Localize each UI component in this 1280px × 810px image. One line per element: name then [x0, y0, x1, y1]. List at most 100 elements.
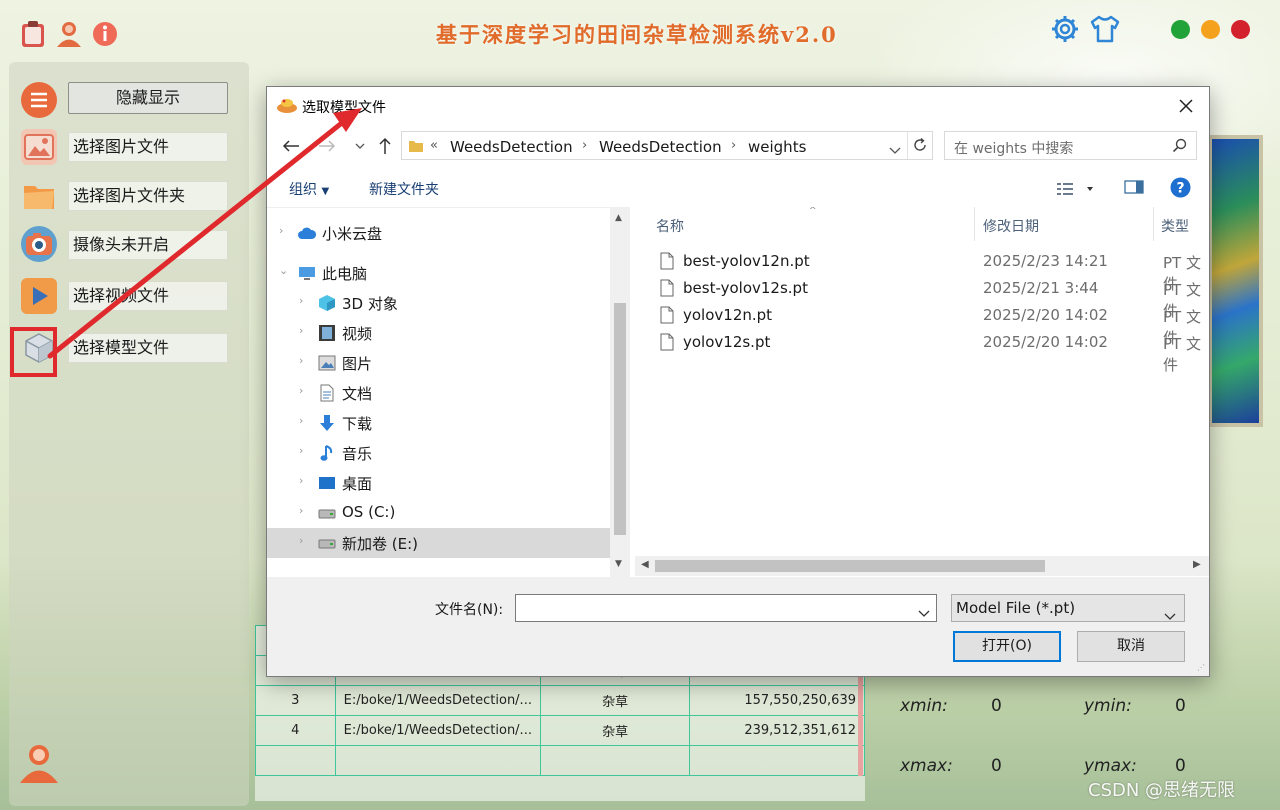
select-image-file-button[interactable]: 选择图片文件 [68, 132, 228, 162]
minimize-dot[interactable] [1201, 20, 1220, 39]
file-date: 2025/2/21 3:44 [983, 279, 1099, 297]
cube3d-icon [318, 294, 336, 312]
expand-chevron-icon[interactable]: › [299, 534, 303, 547]
tshirt-icon[interactable] [1090, 14, 1120, 44]
sidebar: 隐藏显示 选择图片文件 选择图片文件夹 摄像头未开启 选择视频文件 选择模型文件 [9, 62, 249, 806]
image-icon[interactable] [21, 129, 57, 165]
tree-item[interactable]: › 3D 对象 [267, 288, 610, 318]
file-scroll-thumb[interactable] [655, 560, 1045, 572]
help-icon[interactable]: ? [1170, 177, 1191, 202]
expand-chevron-icon[interactable]: › [299, 414, 303, 427]
top-bar: 基于深度学习的田间杂草检测系统v2.0 [0, 0, 1280, 62]
forward-arrow-icon[interactable] [316, 135, 338, 157]
scroll-left-icon[interactable]: ◀ [641, 559, 649, 570]
column-type[interactable]: 类型 [1161, 216, 1189, 236]
organize-button[interactable]: 组织 ▼ [289, 179, 329, 199]
tree-item[interactable]: › 视频 [267, 318, 610, 348]
film-icon [318, 324, 336, 342]
address-chevron-icon[interactable] [889, 140, 901, 159]
select-model-file-button[interactable]: 选择模型文件 [68, 333, 228, 363]
tree-item[interactable]: › 小米云盘 [267, 218, 610, 248]
file-type-select[interactable]: Model File (*.pt) [951, 594, 1185, 622]
file-list: ^ 名称 修改日期 类型 best-yolov12n.pt 2025/2/23 1… [633, 207, 1209, 557]
preview-pane-icon[interactable] [1124, 179, 1144, 199]
expand-chevron-icon[interactable]: › [299, 354, 303, 367]
tree-item[interactable]: › 音乐 [267, 438, 610, 468]
watermark: CSDN @思绪无限 [1088, 780, 1236, 801]
maximize-dot[interactable] [1171, 20, 1190, 39]
file-name: best-yolov12s.pt [683, 279, 808, 297]
clipboard-icon[interactable] [19, 20, 47, 48]
table-row[interactable] [255, 745, 865, 776]
file-row[interactable]: yolov12n.pt 2025/2/20 14:02 PT 文件 [633, 302, 1209, 347]
file-hscrollbar[interactable]: ◀ ▶ [635, 556, 1209, 576]
expand-chevron-icon[interactable]: › [299, 294, 303, 307]
tree-item[interactable]: › 新加卷 (E:) [267, 528, 610, 558]
expand-chevron-icon[interactable]: › [299, 444, 303, 457]
expand-chevron-icon[interactable]: › [299, 504, 303, 517]
refresh-icon[interactable] [912, 137, 928, 157]
address-bar[interactable]: « WeedsDetection › WeedsDetection › weig… [401, 131, 933, 160]
select-video-file-button[interactable]: 选择视频文件 [68, 281, 228, 311]
tree-item[interactable]: › 桌面 [267, 468, 610, 498]
recent-chevron-icon[interactable] [349, 135, 371, 157]
breadcrumb-item[interactable]: WeedsDetection [599, 138, 722, 156]
expand-chevron-icon[interactable]: › [299, 474, 303, 487]
tree-item[interactable]: › 图片 [267, 348, 610, 378]
highlight-box [10, 327, 57, 377]
view-options-icon[interactable] [1057, 181, 1095, 200]
play-icon[interactable] [21, 278, 57, 314]
close-icon[interactable] [1175, 95, 1197, 117]
row-index: 3 [255, 685, 336, 716]
breadcrumb-item[interactable]: weights [748, 138, 806, 156]
folder-icon[interactable] [21, 178, 57, 214]
file-icon [660, 252, 674, 270]
up-arrow-icon[interactable] [374, 135, 396, 157]
ymax-label: ymax: [1084, 756, 1137, 776]
breadcrumb-sep-icon: › [731, 138, 737, 153]
tree-item[interactable]: › OS (C:) [267, 498, 610, 528]
tree-scroll-thumb[interactable] [614, 303, 626, 535]
table-row[interactable]: 3 E:/boke/1/WeedsDetection/... 杂草 157,55… [255, 685, 865, 716]
camera-status-button[interactable]: 摄像头未开启 [68, 230, 228, 260]
menu-icon[interactable] [21, 82, 57, 118]
select-image-folder-button[interactable]: 选择图片文件夹 [68, 181, 228, 211]
tree-item[interactable]: › 下载 [267, 408, 610, 438]
breadcrumb-item[interactable]: WeedsDetection [450, 138, 573, 156]
user-icon[interactable] [55, 20, 83, 48]
file-row[interactable]: best-yolov12n.pt 2025/2/23 14:21 PT 文件 [633, 248, 1209, 293]
info-icon[interactable] [91, 20, 119, 48]
table-row[interactable]: 4 E:/boke/1/WeedsDetection/... 杂草 239,51… [255, 715, 865, 746]
scroll-right-icon[interactable]: ▶ [1193, 559, 1201, 570]
resize-grip-icon[interactable]: ⋰ [1197, 663, 1205, 672]
expand-chevron-icon[interactable]: ⌄ [279, 264, 288, 277]
file-row[interactable]: best-yolov12s.pt 2025/2/21 3:44 PT 文件 [633, 275, 1209, 320]
camera-icon[interactable] [21, 226, 57, 262]
gear-icon[interactable] [1050, 14, 1080, 44]
tree-item[interactable]: ⌄ 此电脑 [267, 258, 610, 288]
search-input[interactable]: 在 weights 中搜索 [944, 131, 1197, 160]
expand-chevron-icon[interactable]: › [279, 224, 283, 237]
tree-item[interactable]: › 文档 [267, 378, 610, 408]
cancel-button[interactable]: 取消 [1077, 631, 1185, 662]
table-scrollbar[interactable] [858, 676, 863, 776]
filename-chevron-icon[interactable] [918, 603, 930, 622]
new-folder-button[interactable]: 新建文件夹 [369, 179, 439, 199]
search-icon[interactable] [1172, 138, 1187, 157]
file-row[interactable]: yolov12s.pt 2025/2/20 14:02 PT 文件 [633, 329, 1209, 374]
back-arrow-icon[interactable] [280, 135, 302, 157]
expand-chevron-icon[interactable]: › [299, 384, 303, 397]
expand-chevron-icon[interactable]: › [299, 324, 303, 337]
open-button[interactable]: 打开(O) [953, 631, 1061, 662]
column-date[interactable]: 修改日期 [983, 216, 1039, 236]
column-name[interactable]: 名称 [656, 216, 684, 236]
document-icon [318, 384, 336, 402]
scroll-down-icon[interactable]: ▼ [615, 559, 622, 569]
avatar-icon[interactable] [18, 742, 60, 784]
filename-input[interactable] [515, 594, 937, 622]
tree-scrollbar[interactable]: ▲ ▼ [610, 207, 630, 577]
close-dot[interactable] [1231, 20, 1250, 39]
hide-show-button[interactable]: 隐藏显示 [68, 82, 228, 114]
scroll-up-icon[interactable]: ▲ [615, 213, 622, 223]
file-date: 2025/2/20 14:02 [983, 306, 1108, 324]
